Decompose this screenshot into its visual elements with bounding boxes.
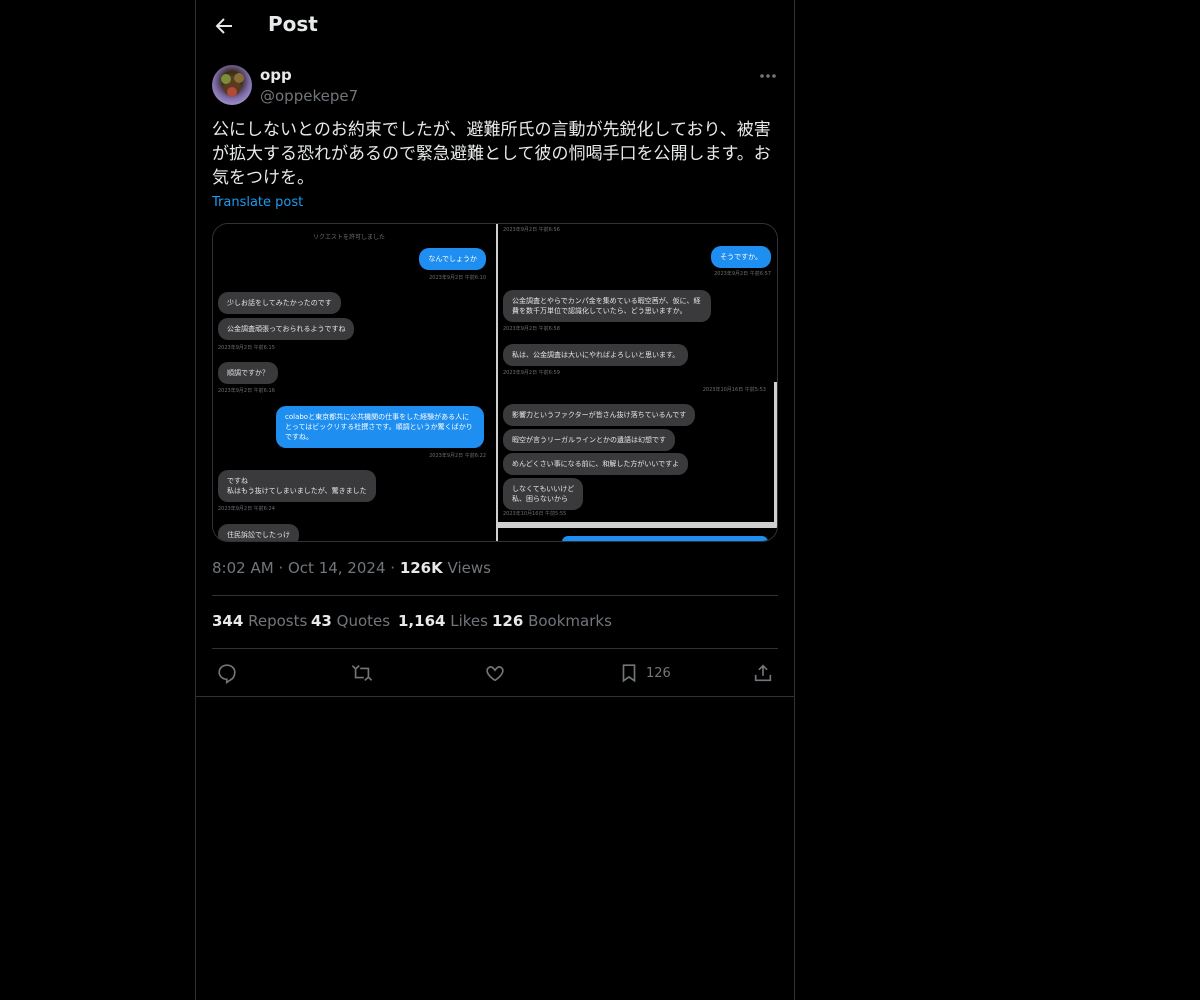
chat-bubble: なんでしょうか	[419, 248, 486, 270]
views-label: Views	[447, 559, 491, 577]
heart-icon	[486, 666, 504, 682]
image-divider	[774, 382, 777, 522]
avatar[interactable]	[212, 65, 252, 105]
quotes-count: 43	[311, 612, 332, 630]
reply-button[interactable]	[216, 662, 240, 686]
message-timestamp: 2023年9月2日 午前6:57	[714, 271, 771, 277]
post-time[interactable]: 8:02 AM	[212, 559, 274, 577]
share-icon	[754, 664, 772, 682]
message-timestamp: 2023年9月2日 午前6:58	[503, 326, 560, 332]
main-column: Post opp @oppekepe7 公にしないとのお約束でしたが、避難所氏の…	[195, 0, 795, 1000]
message-timestamp: 2023年9月2日 午前6:56	[503, 227, 560, 233]
chat-screenshot-right-top: 2023年9月2日 午前6:56 そうですか。 2023年9月2日 午前6:57…	[498, 224, 777, 382]
bookmark-icon	[622, 664, 636, 683]
message-timestamp: 2023年9月2日 午前6:16	[218, 388, 275, 394]
message-timestamp: 2023年9月2日 午前6:15	[218, 345, 275, 351]
quotes-label: Quotes	[336, 612, 391, 630]
post-image[interactable]: リクエストを許可しました なんでしょうか 2023年9月2日 午前6:10 少し…	[212, 223, 778, 542]
chat-bubble: 影響力というファクターが皆さん抜け落ちているんです	[503, 404, 696, 426]
message-timestamp: 2023年9月2日 午前6:24	[218, 506, 275, 512]
bookmarks-label: Bookmarks	[528, 612, 612, 630]
reposts-stat[interactable]: 344 Reposts	[212, 612, 307, 630]
back-arrow-icon[interactable]	[212, 14, 236, 38]
divider	[212, 595, 778, 596]
bookmark-count: 126	[646, 666, 671, 681]
chat-screenshot-right-bottom	[498, 528, 777, 541]
quotes-stat[interactable]: 43 Quotes	[311, 612, 390, 630]
share-button[interactable]	[752, 662, 776, 686]
like-button[interactable]	[484, 662, 508, 686]
page-title: Post	[268, 12, 318, 36]
views-count: 126K	[399, 559, 443, 577]
chat-bubble: 公金調査頑張っておられるようですね	[218, 318, 355, 340]
message-timestamp: 2023年10月16日 午前5:55	[503, 511, 567, 517]
reply-icon	[218, 664, 236, 684]
chat-screenshot-right-middle: 2023年10月16日 午前5:53 影響力というファクターが皆さん抜け落ちてい…	[498, 382, 774, 522]
meta-separator: ·	[278, 559, 288, 577]
chat-bubble: colaboと東京都共に公共機関の仕事をした経験がある人にとってはビックリする杜…	[276, 406, 484, 448]
chat-bubble: しなくてもいいけど 私、困らないから	[503, 478, 584, 510]
message-timestamp: 2023年9月2日 午前6:22	[429, 453, 486, 459]
message-timestamp: 2023年10月16日 午前5:53	[702, 387, 766, 393]
system-message: リクエストを許可しました	[313, 234, 386, 241]
likes-stat[interactable]: 1,164 Likes	[398, 612, 488, 630]
translate-post-link[interactable]: Translate post	[212, 195, 303, 210]
likes-label: Likes	[450, 612, 488, 630]
bookmarks-stat[interactable]: 126 Bookmarks	[492, 612, 612, 630]
message-timestamp: 2023年9月2日 午前6:10	[429, 275, 486, 281]
divider	[196, 696, 794, 697]
repost-button[interactable]	[350, 662, 374, 686]
post-date[interactable]: Oct 14, 2024	[288, 559, 386, 577]
bookmarks-count: 126	[492, 612, 524, 630]
more-options-icon[interactable]	[756, 66, 780, 86]
chat-bubble: 公金調査とやらでカンパ金を集めている暇空茜が、仮に、経費を数千万単位で認識化して…	[503, 290, 711, 322]
chat-bubble: 順調ですか？	[218, 362, 278, 384]
chat-bubble: そうですか。	[711, 246, 771, 268]
post-meta: 8:02 AM · Oct 14, 2024 · 126K Views	[212, 559, 491, 577]
chat-bubble	[562, 536, 768, 541]
page-header: Post	[196, 0, 794, 53]
post-text: 公にしないとのお約束でしたが、避難所氏の言動が先鋭化しており、被害が拡大する恐れ…	[212, 120, 771, 188]
chat-bubble: 私は、公金調査は大いにやればよろしいと思います。	[503, 344, 689, 366]
author-name[interactable]: opp	[260, 66, 292, 84]
chat-bubble: めんどくさい事になる前に、和解した方がいいですよ	[503, 453, 689, 475]
bookmark-button[interactable]: 126	[618, 662, 678, 686]
chat-bubble: 住民訴訟でしたっけ	[218, 524, 299, 541]
chat-bubble: 少しお話をしてみたかったのです	[218, 292, 341, 314]
divider	[212, 648, 778, 649]
chat-bubble: 暇空が言うリーガルラインとかの遺語は幻想です	[503, 429, 675, 451]
message-timestamp: 2023年9月2日 午前6:59	[503, 370, 560, 376]
author-handle[interactable]: @oppekepe7	[260, 87, 358, 105]
likes-count: 1,164	[398, 612, 446, 630]
reposts-count: 344	[212, 612, 244, 630]
chat-bubble: ですね 私はもう抜けてしまいましたが、驚きました	[218, 470, 376, 502]
meta-separator: ·	[390, 559, 400, 577]
reposts-label: Reposts	[248, 612, 308, 630]
repost-icon	[351, 665, 373, 681]
chat-screenshot-left: リクエストを許可しました なんでしょうか 2023年9月2日 午前6:10 少し…	[213, 224, 496, 541]
